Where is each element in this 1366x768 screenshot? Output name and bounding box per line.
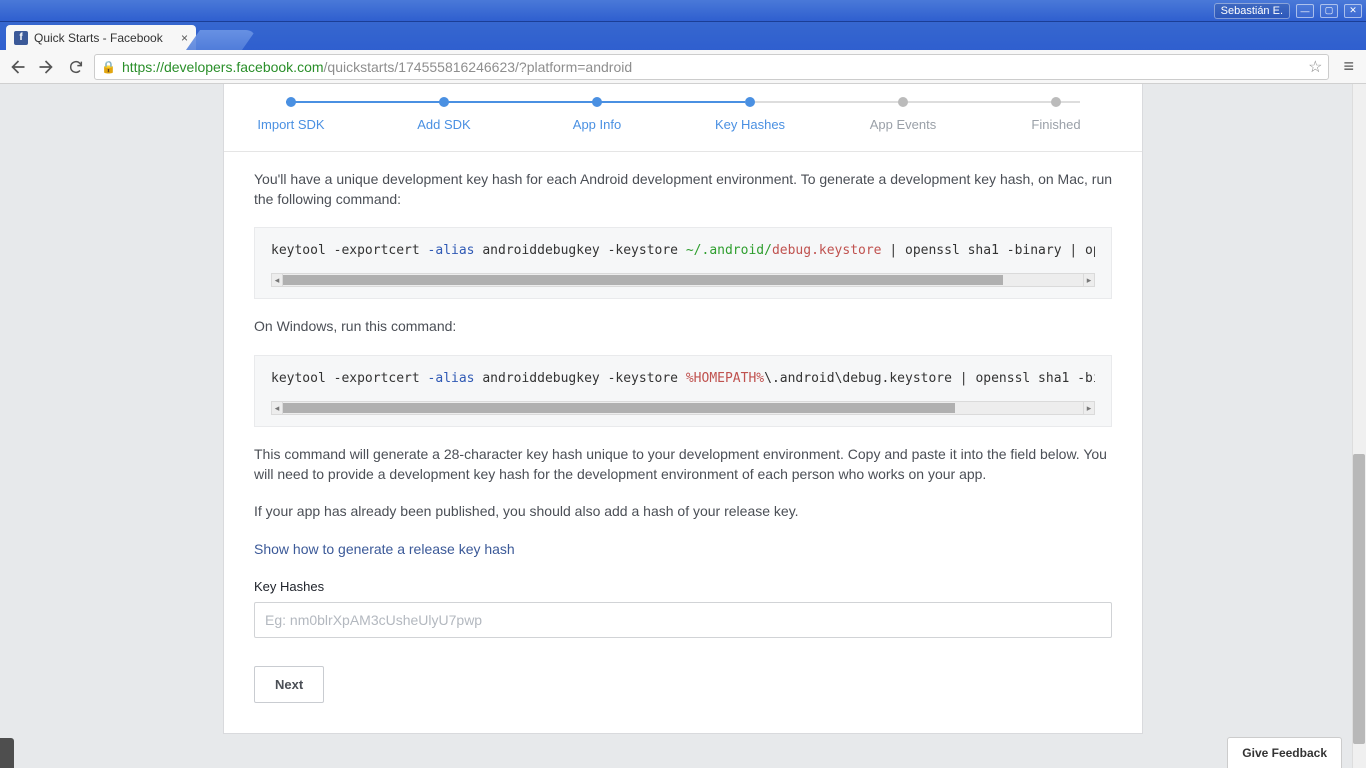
quickstart-card: Import SDK Add SDK App Info Key Hashes A… [223,84,1143,734]
scroll-right-icon[interactable]: ▸ [1083,273,1095,287]
code-scrollbar[interactable]: ◂ ▸ [271,272,1095,288]
browser-tab-active[interactable]: f Quick Starts - Facebook × [6,25,196,50]
published-note-text: If your app has already been published, … [254,502,1112,522]
window-minimize-button[interactable]: — [1296,4,1314,18]
intro-text: You'll have a unique development key has… [254,170,1112,209]
step-dot [1051,97,1061,107]
code-scrollbar[interactable]: ◂ ▸ [271,400,1095,416]
bookmark-star-icon[interactable]: ☆ [1308,57,1322,77]
reload-button[interactable] [68,58,84,76]
key-hashes-input[interactable] [254,602,1112,638]
user-badge[interactable]: Sebastián E. [1214,3,1290,19]
step-dot [286,97,296,107]
page-tray[interactable] [0,738,14,768]
step-finished[interactable]: Finished [996,117,1116,132]
step-dot [592,97,602,107]
tab-title: Quick Starts - Facebook [34,31,175,45]
page-viewport: Import SDK Add SDK App Info Key Hashes A… [0,84,1366,768]
browser-toolbar: 🔒 https://developers.facebook.com/quicks… [0,50,1366,84]
windows-command-box: keytool -exportcert -alias androiddebugk… [254,355,1112,427]
tab-close-icon[interactable]: × [181,31,188,45]
address-bar[interactable]: 🔒 https://developers.facebook.com/quicks… [94,54,1329,80]
step-app-events[interactable]: App Events [843,117,963,132]
step-app-info[interactable]: App Info [537,117,657,132]
lock-icon: 🔒 [101,60,116,74]
next-button[interactable]: Next [254,666,324,703]
page-scrollbar-thumb[interactable] [1353,454,1365,744]
step-dot [745,97,755,107]
step-key-hashes[interactable]: Key Hashes [690,117,810,132]
scroll-left-icon[interactable]: ◂ [271,401,283,415]
key-hashes-label: Key Hashes [254,578,1112,596]
url-host: developers.facebook.com [164,59,324,75]
release-key-hash-link[interactable]: Show how to generate a release key hash [254,541,515,557]
url-scheme: https:// [122,59,164,75]
scroll-left-icon[interactable]: ◂ [271,273,283,287]
window-close-button[interactable]: ✕ [1344,4,1362,18]
url-path: /quickstarts/174555816246623/?platform=a… [324,59,633,75]
arrow-left-icon [8,58,26,76]
step-import-sdk[interactable]: Import SDK [231,117,351,132]
windows-intro-text: On Windows, run this command: [254,317,1112,337]
forward-button[interactable] [38,58,56,76]
page-scrollbar[interactable] [1352,84,1366,768]
explain-text: This command will generate a 28-characte… [254,445,1112,484]
windows-command[interactable]: keytool -exportcert -alias androiddebugk… [271,370,1095,388]
step-dot [439,97,449,107]
mac-command[interactable]: keytool -exportcert -alias androiddebugk… [271,242,1095,260]
arrow-right-icon [38,58,56,76]
window-titlebar: Sebastián E. — ▢ ✕ [0,0,1366,22]
window-maximize-button[interactable]: ▢ [1320,4,1338,18]
facebook-favicon-icon: f [14,31,28,45]
wizard-stepper: Import SDK Add SDK App Info Key Hashes A… [224,84,1142,152]
new-tab-button[interactable] [186,30,256,50]
reload-icon [68,59,84,75]
browser-tabstrip: f Quick Starts - Facebook × [0,22,1366,50]
give-feedback-button[interactable]: Give Feedback [1227,737,1342,768]
scroll-right-icon[interactable]: ▸ [1083,401,1095,415]
step-dot [898,97,908,107]
browser-menu-button[interactable]: ≡ [1339,56,1358,77]
step-add-sdk[interactable]: Add SDK [384,117,504,132]
mac-command-box: keytool -exportcert -alias androiddebugk… [254,227,1112,299]
back-button[interactable] [8,58,26,76]
